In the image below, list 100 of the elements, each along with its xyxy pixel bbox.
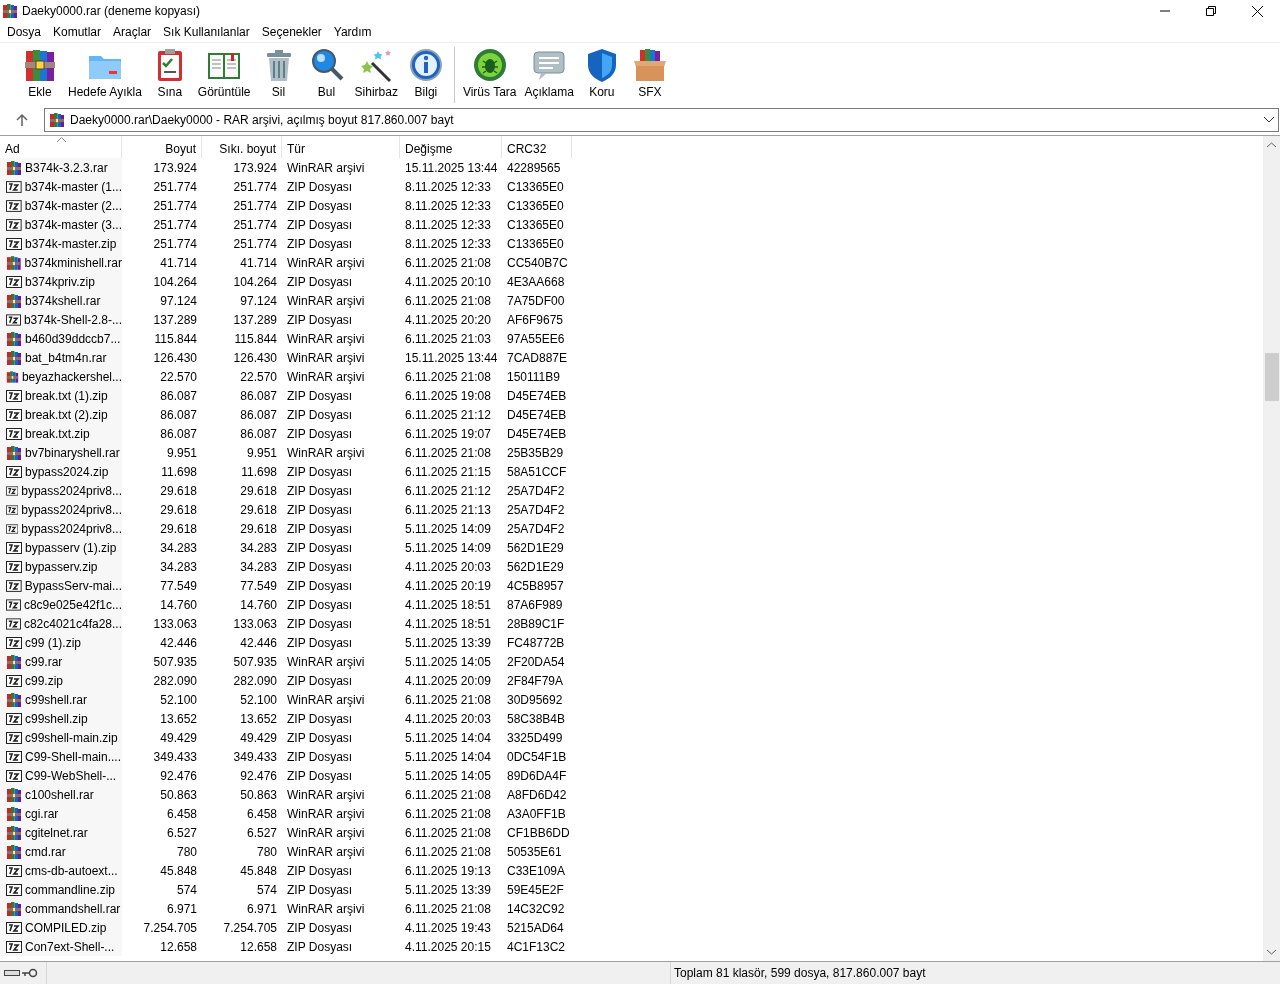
- name-cell[interactable]: c99shell.rar: [0, 690, 122, 709]
- name-cell[interactable]: c99.rar: [0, 652, 122, 671]
- toolbar-button[interactable]: SFX: [625, 47, 674, 99]
- file-name: break.txt.zip: [25, 426, 90, 441]
- file-name: commandline.zip: [25, 882, 116, 897]
- toolbar-button[interactable]: Hedefe Ayıkla: [64, 47, 146, 99]
- toolbar-button[interactable]: Sına: [145, 47, 194, 99]
- name-cell[interactable]: c99 (1).zip: [0, 633, 122, 652]
- table-cell-text: 15.11.2025 13:44: [404, 159, 499, 177]
- name-cell[interactable]: c99shell.zip: [0, 709, 122, 728]
- file-name: COMPILED.zip: [25, 920, 107, 935]
- name-cell[interactable]: C99-WebShell-...: [0, 766, 122, 785]
- toolbar-button[interactable]: Sil: [254, 47, 303, 99]
- menu-item[interactable]: Araçlar: [107, 25, 158, 39]
- name-cell[interactable]: COMPILED.zip: [0, 918, 122, 937]
- table-cell-text: WinRAR arşivi: [286, 900, 366, 918]
- table-cell-text: ZIP Dosyası: [286, 235, 354, 253]
- name-cell[interactable]: b460d39ddccb7...: [0, 329, 122, 348]
- table-cell-text: 12.658: [159, 938, 198, 956]
- toolbar-button[interactable]: Sihirbaz: [350, 47, 402, 99]
- table-cell-text: 251.774: [232, 197, 278, 215]
- name-cell[interactable]: bypass2024.zip: [0, 462, 122, 481]
- name-cell[interactable]: c99.zip: [0, 671, 122, 690]
- name-cell[interactable]: cms-db-autoext...: [0, 861, 122, 880]
- name-cell[interactable]: b374k-Shell-2.8-...: [0, 310, 122, 329]
- toolbar-button[interactable]: Ekle: [16, 47, 64, 99]
- name-cell[interactable]: b374kminishell.rar: [0, 253, 122, 272]
- name-cell[interactable]: bypass2024priv8...: [0, 500, 122, 519]
- name-cell[interactable]: bv7binaryshell.rar: [0, 443, 122, 462]
- name-cell[interactable]: Con7ext-Shell-...: [0, 937, 122, 956]
- name-cell[interactable]: bypass2024priv8...: [0, 519, 122, 538]
- status-text: Toplam 81 klasör, 599 dosya, 817.860.007 bayt: [670, 962, 926, 984]
- name-cell[interactable]: cmd.rar: [0, 842, 122, 861]
- scroll-up-icon[interactable]: [1267, 142, 1276, 148]
- table-cell-text: 6.11.2025 21:12: [404, 482, 492, 500]
- name-cell[interactable]: break.txt (1).zip: [0, 386, 122, 405]
- toolbar-button[interactable]: Görüntüle: [193, 47, 255, 99]
- menu-item[interactable]: Seçenekler: [255, 25, 328, 39]
- name-cell[interactable]: beyazhackershel...: [0, 367, 122, 386]
- vertical-scrollbar[interactable]: [1263, 136, 1280, 961]
- table-cell-text: 50.863: [159, 786, 198, 804]
- table-cell-text: 6.11.2025 21:08: [404, 254, 492, 272]
- name-cell[interactable]: cgitelnet.rar: [0, 823, 122, 842]
- name-cell[interactable]: bat_b4tm4n.rar: [0, 348, 122, 367]
- table-cell-text: 14.760: [159, 596, 198, 614]
- file-name: b374k-master (2...: [24, 198, 122, 213]
- address-field[interactable]: Daeky0000.rar\Daeky0000 - RAR arşivi, açılmış boyut 817.860.007 bayt: [44, 108, 1279, 132]
- name-cell[interactable]: bypass2024priv8...: [0, 481, 122, 500]
- name-cell[interactable]: b374kpriv.zip: [0, 272, 122, 291]
- toolbar-button[interactable]: Virüs Tara: [458, 47, 521, 99]
- toolbar-button[interactable]: Bul: [302, 47, 351, 99]
- table-cell-text: 29.618: [159, 520, 198, 538]
- menu-item[interactable]: Yardım: [327, 25, 378, 39]
- name-cell[interactable]: b374k-master (3...: [0, 215, 122, 234]
- name-cell[interactable]: bypasserv (1).zip: [0, 538, 122, 557]
- books-icon: [6, 805, 22, 822]
- menu-item[interactable]: Sık Kullanılanlar: [157, 25, 256, 39]
- up-arrow-icon: [16, 114, 28, 126]
- name-cell[interactable]: c99shell-main.zip: [0, 728, 122, 747]
- file-name: b374k-Shell-2.8-...: [23, 312, 122, 327]
- scroll-down-icon[interactable]: [1267, 949, 1276, 955]
- table-cell-text: 13.652: [239, 710, 278, 728]
- name-cell[interactable]: b374k-master (1...: [0, 177, 122, 196]
- books-icon: [49, 112, 65, 128]
- table-cell-text: 97A55EE6: [506, 330, 566, 348]
- menu-item[interactable]: Dosya: [1, 25, 47, 39]
- dropdown-caret-icon[interactable]: [1264, 117, 1274, 123]
- table-cell-text: 45.848: [239, 862, 278, 880]
- toolbar-button[interactable]: Açıklama: [520, 47, 578, 99]
- name-cell[interactable]: b374k-master.zip: [0, 234, 122, 253]
- name-cell[interactable]: c100shell.rar: [0, 785, 122, 804]
- toolbar-button[interactable]: Bilgi: [401, 47, 450, 99]
- name-cell[interactable]: c82c4021c4fa28...: [0, 614, 122, 633]
- table-cell-text: ZIP Dosyası: [286, 558, 354, 576]
- name-cell[interactable]: bypasserv.zip: [0, 557, 122, 576]
- name-cell[interactable]: commandshell.rar: [0, 899, 122, 918]
- table-cell-text: 104.264: [232, 273, 278, 291]
- scroll-thumb[interactable]: [1264, 353, 1279, 401]
- table-cell-text: 5215AD64: [506, 919, 565, 937]
- name-cell[interactable]: commandline.zip: [0, 880, 122, 899]
- name-cell[interactable]: B374k-3.2.3.rar: [0, 158, 122, 177]
- name-cell[interactable]: b374kshell.rar: [0, 291, 122, 310]
- name-cell[interactable]: break.txt.zip: [0, 424, 122, 443]
- name-cell[interactable]: b374k-master (2...: [0, 196, 122, 215]
- table-cell-text: 6.11.2025 21:12: [404, 406, 492, 424]
- name-cell[interactable]: cgi.rar: [0, 804, 122, 823]
- name-cell[interactable]: c8c9e025e42f1c...: [0, 595, 122, 614]
- menu-item[interactable]: Komutlar: [47, 25, 108, 39]
- table-cell-text: C13365E0: [506, 178, 565, 196]
- toolbar-button[interactable]: Koru: [577, 47, 626, 99]
- table-cell-text: 6.527: [245, 824, 278, 842]
- table-cell-text: 251.774: [232, 178, 278, 196]
- table-cell-text: 6.11.2025 21:08: [404, 900, 492, 918]
- table-cell-text: 45.848: [159, 862, 198, 880]
- name-cell[interactable]: break.txt (2).zip: [0, 405, 122, 424]
- name-cell[interactable]: BypassServ-mai...: [0, 576, 122, 595]
- name-cell[interactable]: C99-Shell-main....: [0, 747, 122, 766]
- drive-icon: [4, 969, 20, 977]
- file-name: beyazhackershel...: [21, 369, 122, 384]
- table-cell-text: AF6F9675: [506, 311, 565, 329]
